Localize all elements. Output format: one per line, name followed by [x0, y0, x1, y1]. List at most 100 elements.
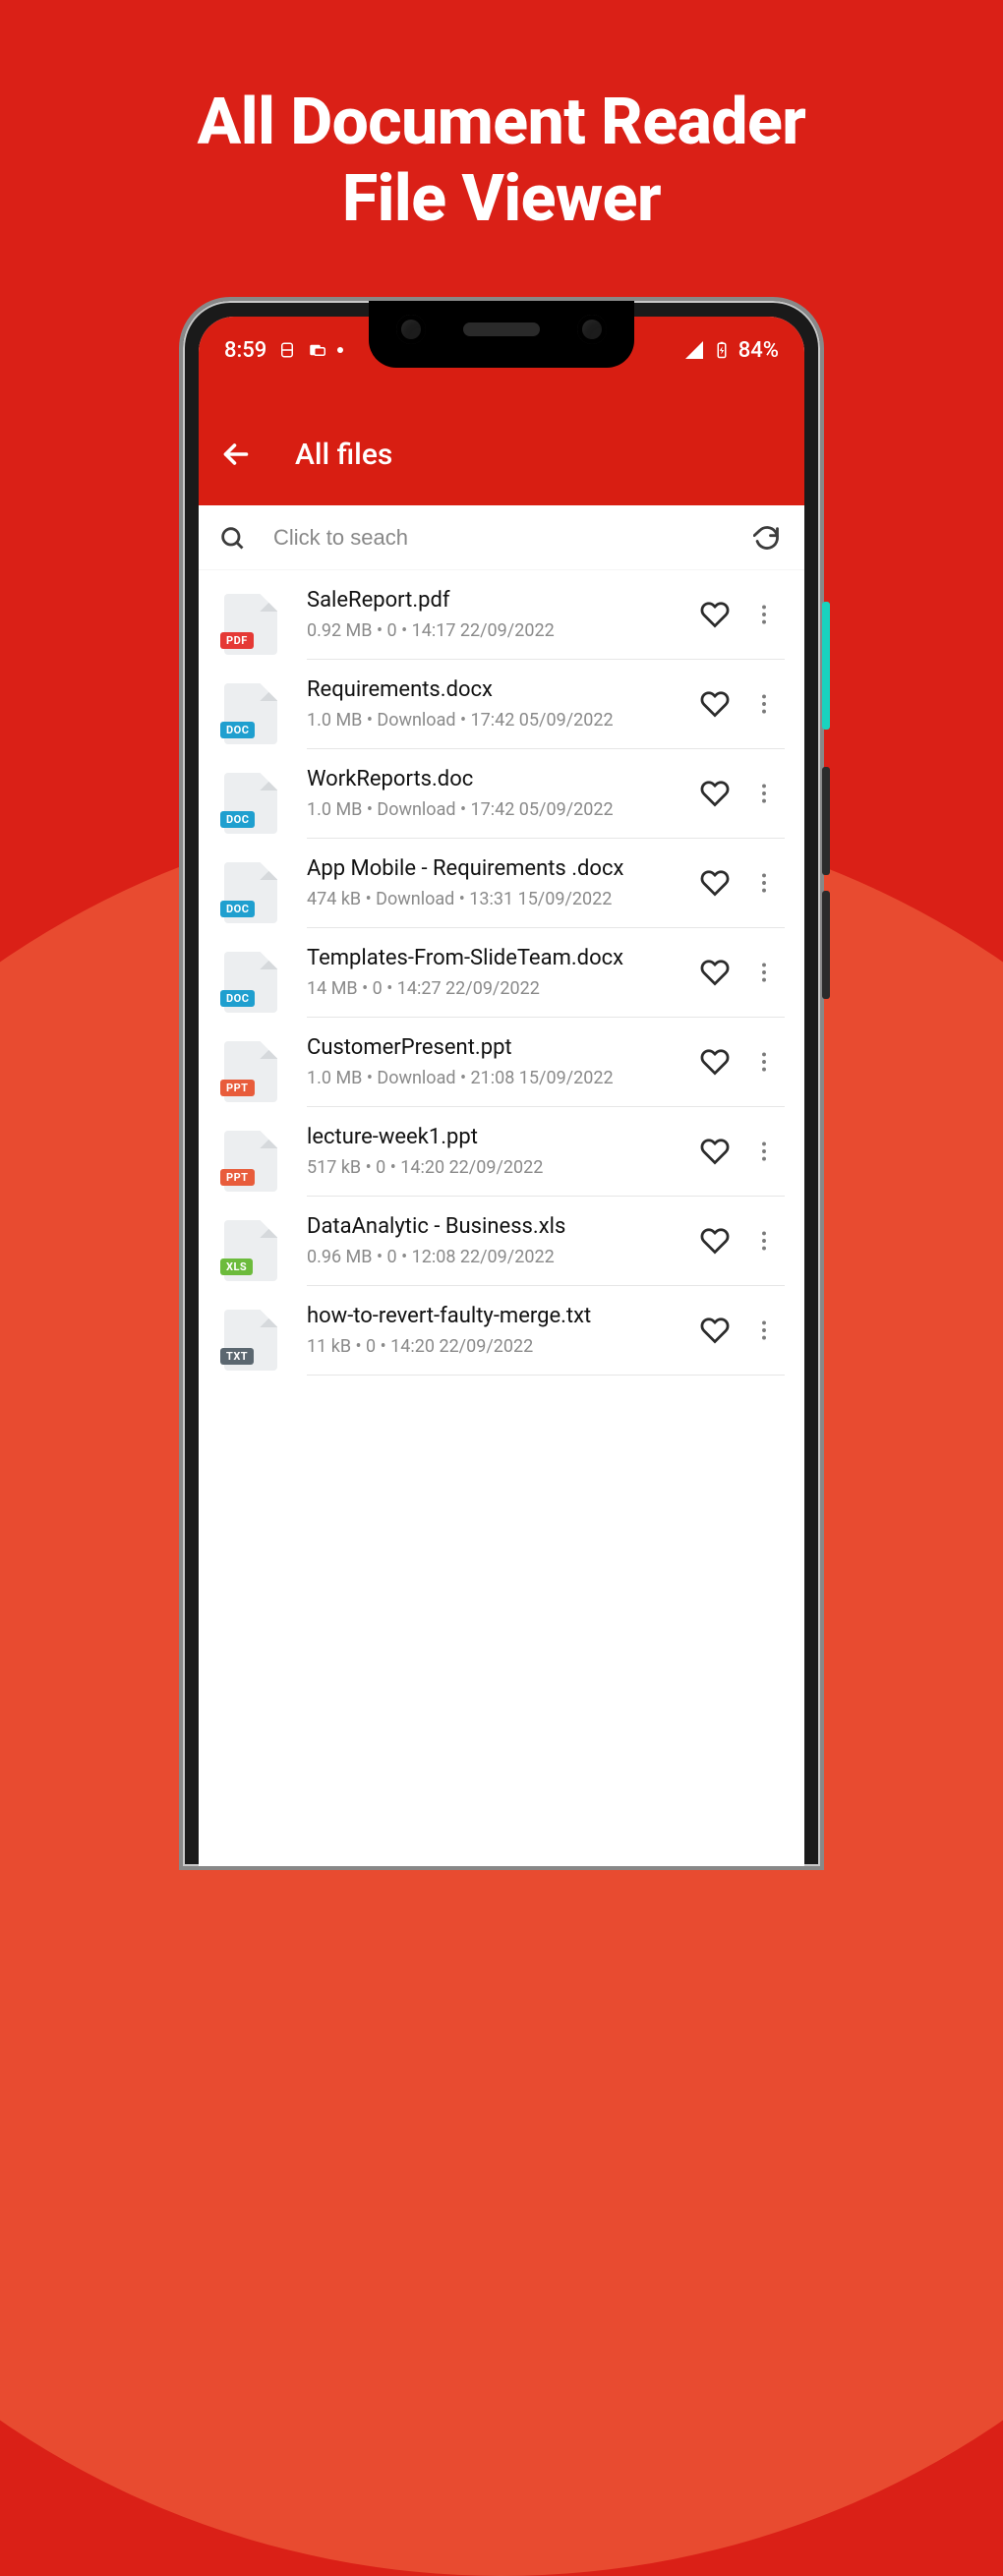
file-meta: 1.0 MB • Download • 21:08 15/09/2022 [307, 1068, 692, 1088]
phone-volume-up [822, 767, 830, 875]
file-name: WorkReports.doc [307, 767, 692, 791]
file-name: App Mobile - Requirements .docx [307, 856, 692, 881]
file-type-badge: DOC [220, 811, 255, 828]
favorite-icon[interactable] [700, 779, 730, 808]
file-meta: 0.92 MB • 0 • 14:17 22/09/2022 [307, 620, 692, 641]
favorite-icon[interactable] [700, 1316, 730, 1345]
file-name: DataAnalytic - Business.xls [307, 1214, 692, 1239]
signal-icon [685, 341, 703, 359]
file-type-badge: PPT [220, 1080, 255, 1096]
file-meta: 1.0 MB • Download • 17:42 05/09/2022 [307, 710, 692, 731]
file-meta: 517 kB • 0 • 14:20 22/09/2022 [307, 1157, 692, 1178]
front-camera-icon [396, 315, 426, 344]
file-name: Templates-From-SlideTeam.docx [307, 946, 692, 970]
more-options-icon[interactable] [751, 1139, 777, 1164]
file-name: SaleReport.pdf [307, 588, 692, 613]
status-indicator-icon [308, 341, 325, 359]
row-actions [700, 868, 777, 898]
more-options-icon[interactable] [751, 1317, 777, 1343]
file-row[interactable]: PDF SaleReport.pdf 0.92 MB • 0 • 14:17 2… [199, 570, 804, 660]
front-camera-icon [577, 315, 607, 344]
phone-volume-down [822, 891, 830, 999]
file-row[interactable]: TXT how-to-revert-faulty-merge.txt 11 kB… [199, 1286, 804, 1376]
row-actions [700, 958, 777, 987]
more-options-icon[interactable] [751, 1228, 777, 1254]
refresh-icon[interactable] [753, 524, 781, 552]
status-indicator-icon [278, 341, 296, 359]
file-name: lecture-week1.ppt [307, 1125, 692, 1149]
favorite-icon[interactable] [700, 1226, 730, 1256]
file-row[interactable]: XLS DataAnalytic - Business.xls 0.96 MB … [199, 1197, 804, 1286]
file-type-badge: PPT [220, 1169, 255, 1186]
file-row[interactable]: PPT lecture-week1.ppt 517 kB • 0 • 14:20… [199, 1107, 804, 1197]
file-type-icon: XLS [224, 1220, 277, 1281]
search-input[interactable] [273, 525, 726, 551]
row-actions [700, 1137, 777, 1166]
favorite-icon[interactable] [700, 600, 730, 629]
search-bar [199, 505, 804, 570]
file-type-badge: XLS [220, 1259, 253, 1275]
file-row[interactable]: DOC App Mobile - Requirements .docx 474 … [199, 839, 804, 928]
more-options-icon[interactable] [751, 781, 777, 806]
speaker-grill [463, 322, 540, 336]
file-type-badge: DOC [220, 901, 255, 917]
file-type-icon: DOC [224, 773, 277, 834]
file-type-icon: DOC [224, 862, 277, 923]
file-meta: 0.96 MB • 0 • 12:08 22/09/2022 [307, 1247, 692, 1267]
file-type-icon: PPT [224, 1131, 277, 1192]
file-row[interactable]: DOC Templates-From-SlideTeam.docx 14 MB … [199, 928, 804, 1018]
file-type-badge: TXT [220, 1348, 254, 1365]
file-name: how-to-revert-faulty-merge.txt [307, 1304, 692, 1328]
file-type-badge: PDF [220, 632, 254, 649]
promo-line-2: File Viewer [0, 161, 1003, 238]
row-actions [700, 779, 777, 808]
more-options-icon[interactable] [751, 870, 777, 896]
favorite-icon[interactable] [700, 1137, 730, 1166]
more-options-icon[interactable] [751, 602, 777, 627]
row-actions [700, 600, 777, 629]
file-row[interactable]: DOC Requirements.docx 1.0 MB • Download … [199, 660, 804, 749]
promo-line-1: All Document Reader [0, 85, 1003, 161]
favorite-icon[interactable] [700, 958, 730, 987]
file-type-icon: PPT [224, 1041, 277, 1102]
file-type-icon: PDF [224, 594, 277, 655]
phone-power-button [822, 602, 830, 730]
status-dot-icon [337, 347, 343, 353]
battery-charging-icon [713, 341, 731, 359]
file-list[interactable]: PDF SaleReport.pdf 0.92 MB • 0 • 14:17 2… [199, 570, 804, 1376]
more-options-icon[interactable] [751, 691, 777, 717]
favorite-icon[interactable] [700, 1047, 730, 1077]
phone-frame: 8:59 84% All files [179, 297, 824, 1870]
favorite-icon[interactable] [700, 868, 730, 898]
file-type-icon: DOC [224, 952, 277, 1013]
phone-screen: 8:59 84% All files [199, 317, 804, 1866]
file-type-icon: DOC [224, 683, 277, 744]
status-battery-percent: 84% [738, 338, 779, 363]
row-actions [700, 1047, 777, 1077]
file-meta: 14 MB • 0 • 14:27 22/09/2022 [307, 978, 692, 999]
phone-notch [369, 301, 634, 368]
file-meta: 11 kB • 0 • 14:20 22/09/2022 [307, 1336, 692, 1357]
file-type-badge: DOC [220, 990, 255, 1007]
file-row[interactable]: DOC WorkReports.doc 1.0 MB • Download • … [199, 749, 804, 839]
favorite-icon[interactable] [700, 689, 730, 719]
search-icon[interactable] [218, 524, 246, 552]
file-meta: 1.0 MB • Download • 17:42 05/09/2022 [307, 799, 692, 820]
page-title: All files [295, 438, 392, 472]
row-actions [700, 1316, 777, 1345]
file-row[interactable]: PPT CustomerPresent.ppt 1.0 MB • Downloa… [199, 1018, 804, 1107]
status-right-group: 84% [685, 338, 779, 363]
back-arrow-icon[interactable] [218, 437, 254, 472]
file-meta: 474 kB • Download • 13:31 15/09/2022 [307, 889, 692, 909]
status-time: 8:59 [224, 338, 266, 363]
more-options-icon[interactable] [751, 960, 777, 985]
file-name: CustomerPresent.ppt [307, 1035, 692, 1060]
status-left-group: 8:59 [224, 338, 343, 363]
row-actions [700, 1226, 777, 1256]
promo-headline: All Document Reader File Viewer [0, 0, 1003, 238]
file-name: Requirements.docx [307, 677, 692, 702]
app-bar: All files [199, 403, 804, 505]
file-type-badge: DOC [220, 722, 255, 738]
more-options-icon[interactable] [751, 1049, 777, 1075]
row-actions [700, 689, 777, 719]
